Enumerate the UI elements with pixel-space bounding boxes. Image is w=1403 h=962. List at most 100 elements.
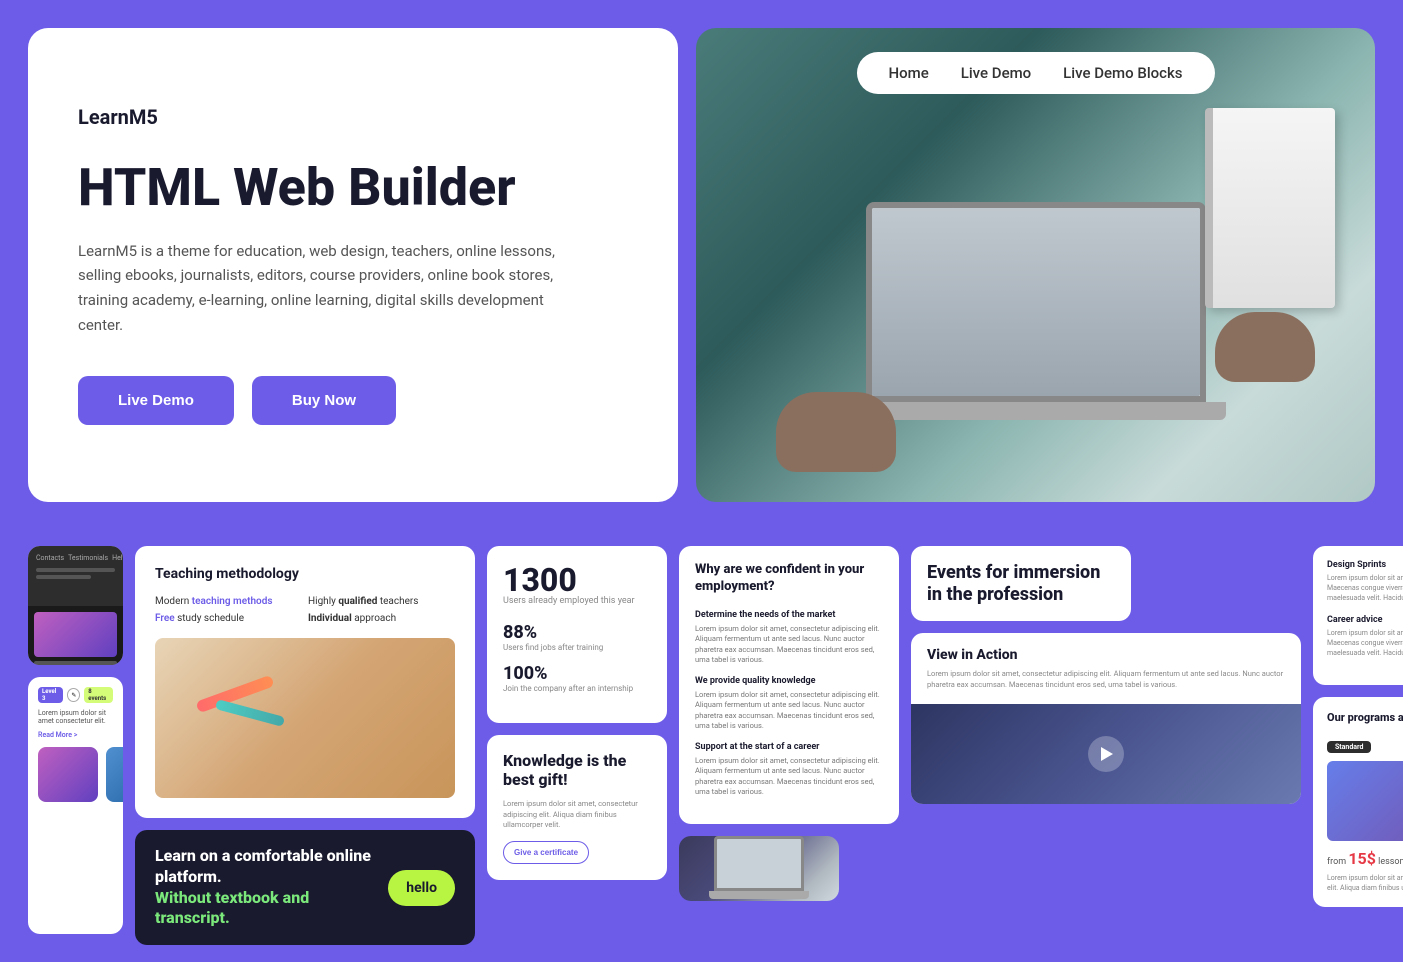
why-section-2-text: Lorem ipsum dolor sit amet, consectetur … (695, 690, 883, 732)
events-heading: Events for immersion in the profession (927, 562, 1115, 605)
hero-image (696, 28, 1375, 502)
mini-images-row (38, 747, 113, 802)
teaching-item-4: Individual approach (308, 613, 455, 624)
level-text: Lorem ipsum dolor sit amet consectetur e… (38, 709, 113, 725)
view-action-heading: View in Action (927, 647, 1285, 663)
stats-label: Users already employed this year (503, 596, 651, 606)
teaching-image (155, 638, 455, 798)
live-demo-button[interactable]: Live Demo (78, 376, 234, 425)
nav-live-demo-blocks[interactable]: Live Demo Blocks (1063, 64, 1182, 82)
play-icon (1101, 747, 1113, 761)
platform-subheading: Without textbook and transcript. (155, 888, 309, 928)
give-certificate-button[interactable]: Give a certificate (503, 841, 589, 864)
knowledge-text: Lorem ipsum dolor sit amet, consectetur … (503, 799, 651, 831)
teaching-item-2: Highly qualified teachers (308, 596, 455, 607)
teaching-grid: Modern teaching methods Highly qualified… (155, 596, 455, 624)
preview-strip: Contacts Testimonials Help Level 3 ✎ 8 e… (0, 530, 1403, 962)
design-stack: Design Sprints Lorem ipsum dolor sit ame… (1313, 546, 1403, 934)
why-section-2: We provide quality knowledge Lorem ipsum… (695, 676, 883, 732)
platform-heading: Learn on a comfortable online platform. … (155, 846, 375, 929)
stat-percent-2: 100% (503, 663, 651, 684)
play-button[interactable] (1088, 736, 1124, 772)
logo: LearnM5 (78, 105, 628, 129)
buy-now-button[interactable]: Buy Now (252, 376, 396, 425)
hand-right-decoration (1215, 312, 1315, 382)
contacts-nav: Contacts Testimonials Help (36, 554, 115, 562)
view-action-top: View in Action Lorem ipsum dolor sit ame… (911, 633, 1301, 704)
why-section-3-title: Support at the start of a career (695, 742, 883, 752)
stat-desc-1: Users find jobs after training (503, 643, 651, 653)
level-badges: Level 3 ✎ 8 events (38, 687, 113, 703)
price-from-text: from (1327, 857, 1346, 867)
mini-img-1 (38, 747, 98, 802)
price-value: 15$ (1348, 849, 1376, 868)
why-section-3: Support at the start of a career Lorem i… (695, 742, 883, 798)
contacts-image (34, 612, 117, 657)
book-decoration (1205, 108, 1335, 308)
hero-left-panel: LearnM5 HTML Web Builder LearnM5 is a th… (28, 28, 678, 502)
mini-laptop (709, 836, 809, 901)
why-section-2-title: We provide quality knowledge (695, 676, 883, 686)
program-desc: Lorem ipsum dolor sit amet, consectetur … (1327, 874, 1403, 894)
laptop-screen (866, 202, 1206, 402)
why-section-1-text: Lorem ipsum dolor sit amet, consectetur … (695, 624, 883, 666)
why-section-1: Determine the needs of the market Lorem … (695, 610, 883, 666)
laptop-decoration (846, 202, 1226, 442)
stat-percent-1: 88% (503, 622, 651, 643)
contacts-nav-help: Help (112, 554, 123, 562)
teaching-stack: Teaching methodology Modern teaching met… (135, 546, 475, 934)
hello-bubble: hello (388, 870, 455, 906)
level-badge: Level 3 (38, 687, 63, 703)
stat-desc-2: Join the company after an internship (503, 684, 651, 694)
program-price: from 15$ lesson (1327, 849, 1403, 868)
stats-number: 1300 (503, 564, 651, 596)
view-action-card: View in Action Lorem ipsum dolor sit ame… (911, 633, 1301, 804)
stat-row-2: 100% Join the company after an internshi… (503, 663, 651, 694)
contacts-card: Contacts Testimonials Help (28, 546, 123, 665)
price-suffix: lesson (1378, 857, 1403, 867)
pencil-2 (215, 699, 285, 727)
read-more-link[interactable]: Read More > (38, 731, 113, 739)
career-text: Lorem ipsum dolor sit amet, consectetur … (1327, 629, 1403, 658)
mini-line-1 (36, 568, 115, 572)
design-card: Design Sprints Lorem ipsum dolor sit ame… (1313, 546, 1403, 685)
nav-home[interactable]: Home (888, 64, 928, 82)
laptop-base (846, 402, 1226, 420)
mini-line-2 (36, 575, 91, 579)
standard-badge: Standard (1327, 741, 1371, 753)
contacts-bottom (28, 606, 123, 666)
programs-card: Our programs and Standard from 15$ lesso… (1313, 697, 1403, 908)
hero-description: LearnM5 is a theme for education, web de… (78, 239, 558, 338)
laptop-screen-inner (872, 208, 1200, 396)
mini-laptop-screen (714, 836, 804, 891)
level-card: Level 3 ✎ 8 events Lorem ipsum dolor sit… (28, 677, 123, 934)
platform-card: Learn on a comfortable online platform. … (135, 830, 475, 945)
why-stack: Why are we confident in your employment?… (679, 546, 899, 934)
stats-card: 1300 Users already employed this year 88… (487, 546, 667, 723)
edit-icon: ✎ (67, 688, 80, 702)
design-section-1: Design Sprints Lorem ipsum dolor sit ame… (1327, 560, 1403, 603)
why-section-1-title: Determine the needs of the market (695, 610, 883, 620)
stat-row-1: 88% Users find jobs after training (503, 622, 651, 653)
teaching-item-1: Modern teaching methods (155, 596, 302, 607)
laptop-img-bg (679, 836, 839, 901)
nav-live-demo[interactable]: Live Demo (961, 64, 1031, 82)
teaching-heading: Teaching methodology (155, 566, 455, 582)
events-card: Events for immersion in the profession (911, 546, 1131, 621)
mini-img-2 (106, 747, 123, 802)
contacts-top: Contacts Testimonials Help (28, 546, 123, 606)
hero-nav: Home Live Demo Live Demo Blocks (856, 52, 1214, 94)
hero-right-panel: Home Live Demo Live Demo Blocks (696, 28, 1375, 502)
contacts-stack: Contacts Testimonials Help Level 3 ✎ 8 e… (28, 546, 123, 934)
why-card: Why are we confident in your employment?… (679, 546, 899, 824)
hero-title: HTML Web Builder (78, 159, 628, 216)
why-heading: Why are we confident in your employment? (695, 562, 883, 596)
mini-laptop-base (709, 891, 809, 899)
mini-line-3 (34, 661, 117, 665)
contacts-nav-testimonials: Testimonials (68, 554, 108, 562)
view-action-text: Lorem ipsum dolor sit amet, consectetur … (927, 669, 1285, 690)
hand-left-decoration (776, 392, 896, 472)
design-section-2: Career advice Lorem ipsum dolor sit amet… (1327, 615, 1403, 658)
hero-buttons: Live Demo Buy Now (78, 376, 628, 425)
teaching-card: Teaching methodology Modern teaching met… (135, 546, 475, 818)
